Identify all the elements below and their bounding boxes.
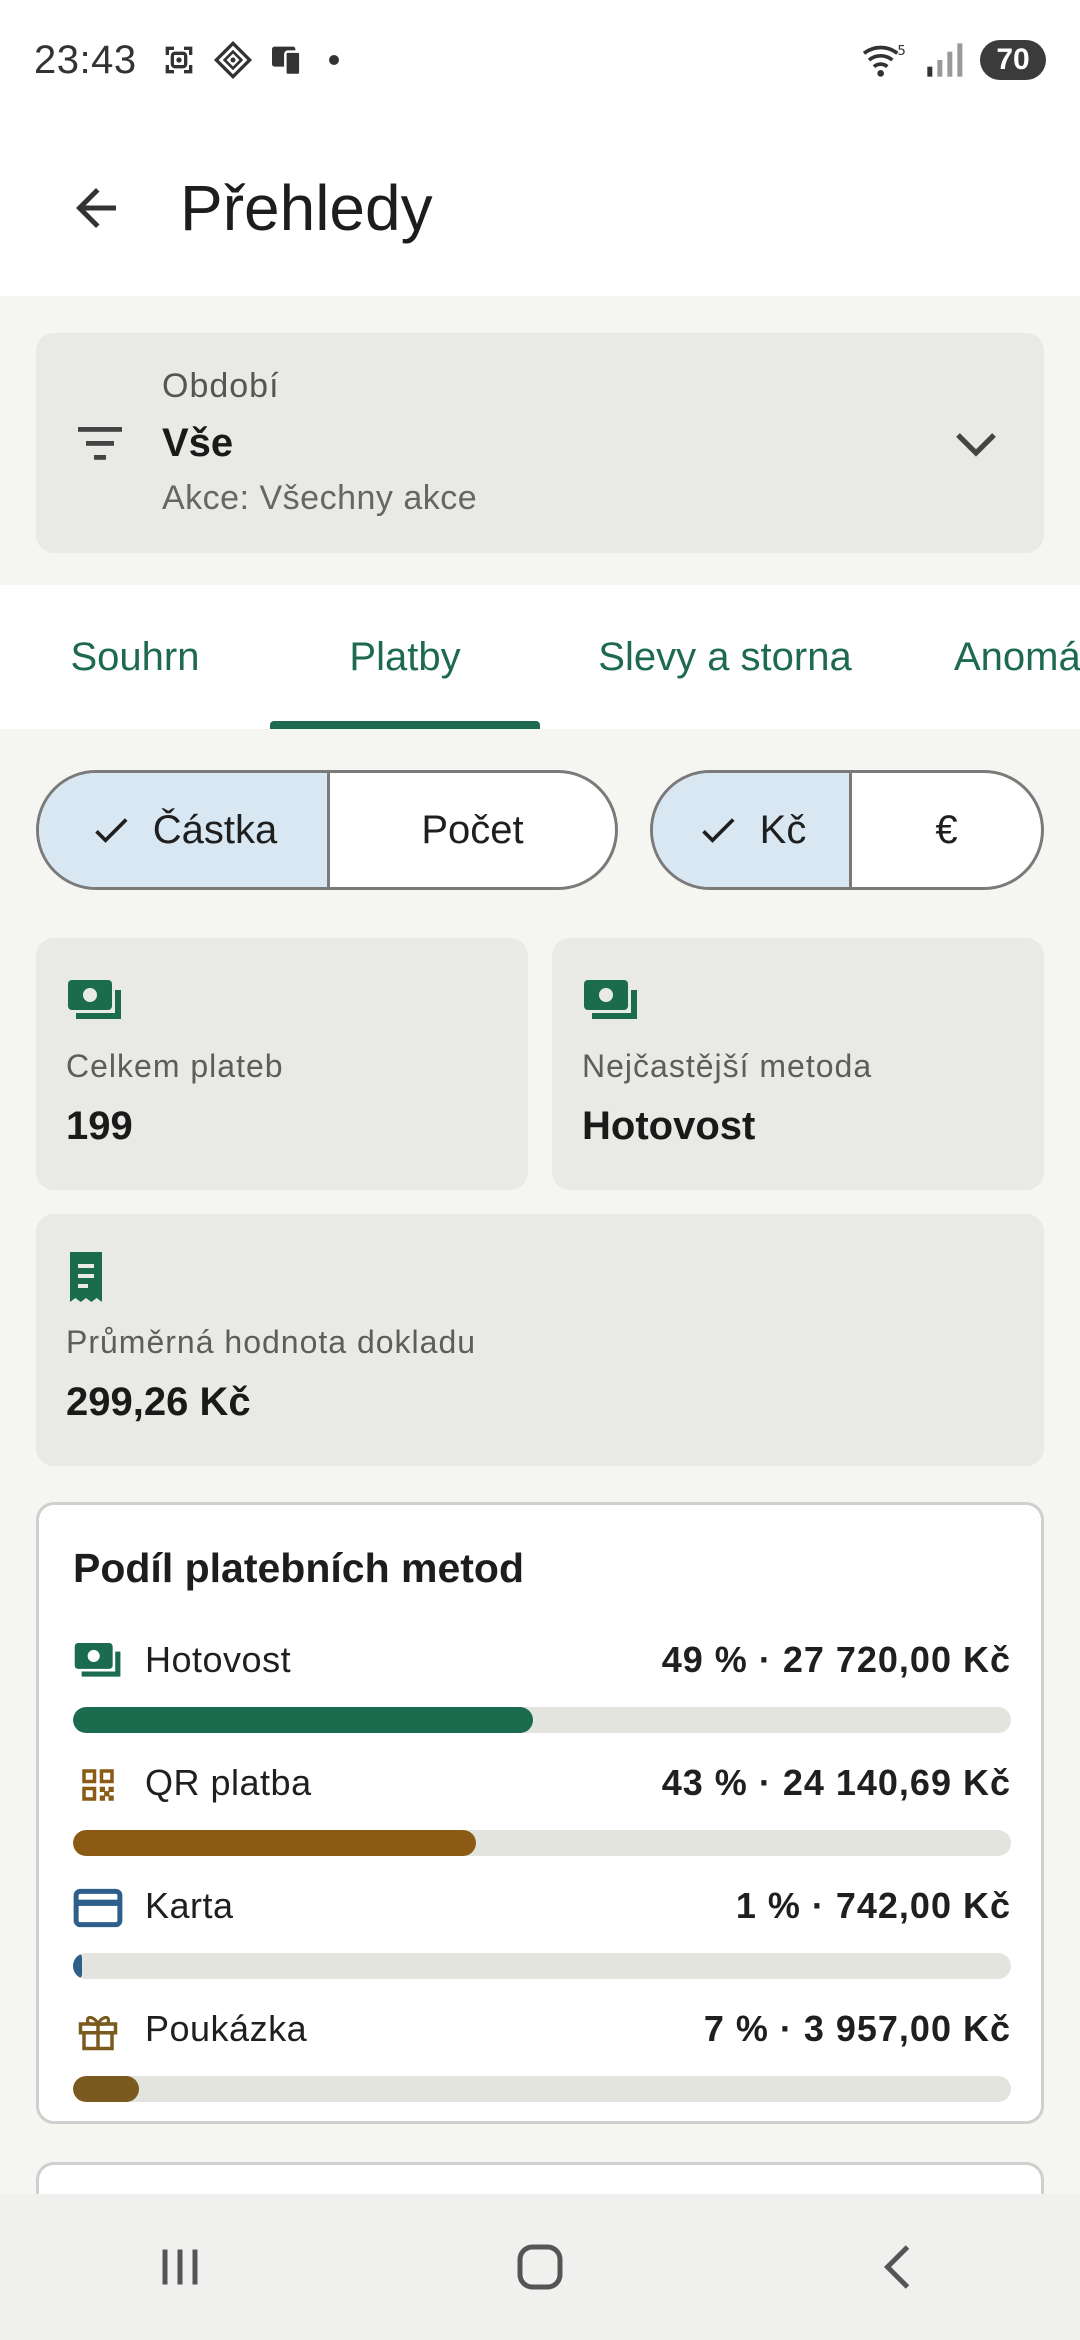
system-nav-bar: [0, 2194, 1080, 2340]
czk-segment[interactable]: Kč: [653, 773, 849, 887]
amount-segment[interactable]: Částka: [39, 773, 327, 887]
currency-toggle: Kč €: [650, 770, 1044, 890]
app-bar: Přehledy: [0, 120, 1080, 296]
filter-label: Období: [162, 367, 280, 405]
total-payments-card: Celkem plateb 199: [36, 938, 528, 1190]
share-row-value: 43 % · 24 140,69 Kč: [661, 1762, 1011, 1803]
device-icon: [271, 46, 302, 77]
home-button[interactable]: [460, 2217, 620, 2317]
share-bar-track: [73, 1707, 1011, 1733]
check-icon: [701, 818, 735, 843]
tab-anomalie[interactable]: Anomá: [954, 585, 1080, 729]
payment-share-title: Podíl platebních metod: [73, 1545, 525, 1591]
nav-back-button[interactable]: [820, 2217, 980, 2317]
most-common-method-value: Hotovost: [582, 1104, 756, 1148]
average-receipt-label: Průměrná hodnota dokladu: [66, 1324, 477, 1360]
check-icon: [94, 818, 128, 843]
total-payments-value: 199: [66, 1104, 133, 1148]
battery-icon: 70: [980, 40, 1046, 80]
share-row-voucher: Poukázka 7 % · 3 957,00 Kč: [73, 2004, 1011, 2114]
share-bar-fill: [73, 1830, 476, 1856]
amount-label: Částka: [152, 807, 278, 852]
filter-list-icon: [78, 427, 122, 460]
tab-platby[interactable]: Platby: [270, 585, 540, 729]
filter-value: Vše: [162, 421, 234, 465]
screenshot-icon: [165, 46, 192, 74]
chevron-down-icon: [956, 433, 996, 457]
period-filter[interactable]: Období Vše Akce: Všechny akce: [36, 333, 1044, 553]
payment-share-card: Podíl platebních metod Hotovost 49 % · 2…: [36, 1502, 1044, 2124]
credit-card-icon: [73, 1888, 123, 1928]
recent-apps-button[interactable]: [100, 2217, 260, 2317]
qr-code-icon: [82, 1769, 114, 1801]
payments-icon: [584, 980, 637, 1019]
svg-text:5: 5: [897, 44, 905, 59]
status-icons-right: 5 70: [860, 40, 1046, 80]
filter-subtitle: Akce: Všechny akce: [162, 479, 478, 517]
share-row-name: Poukázka: [145, 2008, 308, 2049]
active-tab-indicator: [270, 721, 540, 729]
average-receipt-value: 299,26 Kč: [66, 1380, 251, 1424]
share-row-name: Karta: [145, 1885, 234, 1926]
receipt-icon: [70, 1252, 102, 1302]
count-label: Počet: [421, 807, 524, 852]
back-icon: [883, 2245, 910, 2289]
share-bar-fill: [73, 1707, 533, 1733]
tab-bar: Souhrn Platby Slevy a storna Anomá: [0, 585, 1080, 729]
czk-label: Kč: [759, 807, 807, 852]
gift-icon: [78, 2015, 118, 2051]
share-bar-track: [73, 2076, 1011, 2102]
back-button[interactable]: [46, 158, 146, 258]
share-bar-track: [73, 1953, 1011, 1979]
share-row-cash: Hotovost 49 % · 27 720,00 Kč: [73, 1635, 1011, 1745]
count-segment[interactable]: Počet: [327, 773, 615, 887]
share-row-qr: QR platba 43 % · 24 140,69 Kč: [73, 1758, 1011, 1868]
metric-toggle: Částka Počet: [36, 770, 618, 890]
eur-label: €: [935, 807, 958, 852]
status-bar: 23:43 5 70: [0, 0, 1080, 120]
share-row-name: Hotovost: [145, 1639, 292, 1680]
total-payments-label: Celkem plateb: [66, 1048, 284, 1084]
notification-dot: [328, 55, 339, 65]
share-row-name: QR platba: [145, 1762, 312, 1803]
share-row-value: 1 % · 742,00 Kč: [735, 1885, 1011, 1926]
status-icons-left: [159, 40, 339, 80]
average-receipt-card: Průměrná hodnota dokladu 299,26 Kč: [36, 1214, 1044, 1466]
payments-icon: [68, 980, 121, 1019]
share-bar-track: [73, 1830, 1011, 1856]
eur-segment[interactable]: €: [849, 773, 1041, 887]
share-row-value: 49 % · 27 720,00 Kč: [661, 1639, 1011, 1680]
most-common-method-label: Nejčastější metoda: [582, 1048, 873, 1084]
app-screen: 23:43 5 70 Přehledy Období Vše Akce: Vše…: [0, 0, 1080, 2340]
tab-souhrn[interactable]: Souhrn: [0, 585, 270, 729]
most-common-method-card: Nejčastější metoda Hotovost: [552, 938, 1044, 1190]
status-time: 23:43: [34, 37, 137, 82]
share-row-value: 7 % · 3 957,00 Kč: [703, 2008, 1011, 2049]
smart-view-icon: [213, 40, 252, 80]
share-row-card: Karta 1 % · 742,00 Kč: [73, 1881, 1011, 1991]
tab-slevy-storna[interactable]: Slevy a storna: [560, 585, 890, 729]
wifi-icon: 5: [862, 44, 906, 77]
payments-icon: [74, 1643, 121, 1677]
recent-apps-icon: [162, 2249, 198, 2285]
share-bar-fill: [73, 1953, 82, 1979]
home-icon: [517, 2244, 563, 2290]
page-title: Přehledy: [180, 172, 433, 244]
arrow-back-icon: [76, 188, 116, 228]
signal-icon: [927, 43, 963, 77]
share-bar-fill: [73, 2076, 139, 2102]
